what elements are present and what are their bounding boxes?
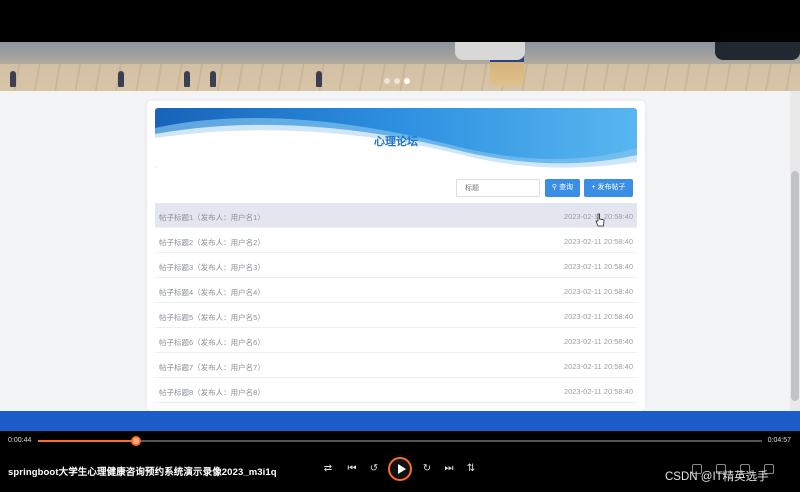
rewind-icon[interactable]: ↺	[368, 463, 380, 475]
progress-handle[interactable]	[130, 436, 141, 446]
post-date: 2023-02-11 20:58:40	[563, 337, 633, 346]
banner-person	[316, 71, 322, 87]
current-time: 0:00:44	[8, 437, 32, 444]
post-row[interactable]: 帖子标题6（发布人：用户名6） 2023-02-11 20:58:40	[155, 328, 637, 353]
forum-title: 心理论坛	[374, 136, 418, 148]
hand-cursor-icon	[595, 213, 605, 227]
post-date: 2023-02-11 20:58:40	[563, 237, 633, 246]
post-title[interactable]: 帖子标题1（发布人：用户名1）	[159, 212, 265, 223]
post-title[interactable]: 帖子标题3（发布人：用户名3）	[159, 262, 265, 273]
post-button[interactable]: + 发布帖子	[584, 179, 633, 197]
forum-card: 心理论坛 ⚲查询 +发布帖子 帖子标题1（发布人：用户名1）2023-02-11…	[147, 101, 645, 411]
post-row[interactable]: 帖子标题2（发布人：用户名2） 2023-02-11 20:58:40	[155, 228, 637, 253]
post-title[interactable]: 帖子标题2（发布人：用户名2）	[159, 237, 265, 248]
post-title[interactable]: 帖子标题8（发布人：用户名8）	[159, 387, 265, 398]
repeat-icon[interactable]: ⇅	[465, 463, 477, 475]
banner-person	[118, 71, 124, 87]
post-list: 帖子标题1（发布人：用户名1） 2023-02-11 20:58:40 帖子标题2…	[155, 203, 637, 403]
video-top-letterbox	[0, 0, 800, 42]
post-row[interactable]: 帖子标题3（发布人：用户名3） 2023-02-11 20:58:40	[155, 253, 637, 278]
search-button[interactable]: ⚲ 查询	[545, 179, 580, 197]
post-row[interactable]: 帖子标题1（发布人：用户名1） 2023-02-11 20:58:40	[155, 203, 637, 228]
post-row[interactable]: 帖子标题4（发布人：用户名4） 2023-02-11 20:58:40	[155, 278, 637, 303]
shuffle-icon[interactable]: ⇄	[322, 463, 334, 475]
banner-person	[184, 71, 190, 87]
video-player-controls: 0:00:44 0:04:57 springboot大学生心理健康咨询预约系统演…	[0, 431, 800, 492]
banner-car	[715, 42, 800, 60]
video-title: springboot大学生心理健康咨询预约系统演示录像2023_m3i1q	[8, 467, 277, 478]
search-icon: ⚲	[551, 184, 558, 191]
page-content: 心理论坛 ⚲查询 +发布帖子 帖子标题1（发布人：用户名1）2023-02-11…	[0, 91, 800, 411]
progress-track[interactable]	[38, 436, 762, 446]
carousel-indicators	[384, 78, 410, 84]
post-title[interactable]: 帖子标题6（发布人：用户名6）	[159, 337, 265, 348]
forum-header-banner: 心理论坛	[155, 108, 637, 168]
carousel-dot[interactable]	[394, 78, 400, 84]
plus-icon: +	[591, 184, 596, 191]
carousel-dot-active[interactable]	[404, 78, 410, 84]
next-icon[interactable]: ⏭	[443, 463, 455, 475]
total-time: 0:04:57	[767, 437, 791, 444]
post-button-label: 发布帖子	[597, 184, 626, 191]
search-button-label: 查询	[559, 184, 574, 191]
forward-icon[interactable]: ↻	[421, 463, 433, 475]
post-row[interactable]: 帖子标题7（发布人：用户名7） 2023-02-11 20:58:40	[155, 353, 637, 378]
carousel-dot[interactable]	[384, 78, 390, 84]
post-title[interactable]: 帖子标题5（发布人：用户名5）	[159, 312, 265, 323]
post-title[interactable]: 帖子标题4（发布人：用户名4）	[159, 287, 265, 298]
previous-icon[interactable]: ⏮	[346, 463, 358, 475]
post-title[interactable]: 帖子标题7（发布人：用户名7）	[159, 362, 265, 373]
csdn-watermark: CSDN @IT精英选手	[665, 471, 769, 483]
screen: 心理论坛 ⚲查询 +发布帖子 帖子标题1（发布人：用户名1）2023-02-11…	[0, 0, 800, 492]
banner-person	[210, 71, 216, 87]
post-row[interactable]: 帖子标题8（发布人：用户名8） 2023-02-11 20:58:40	[155, 378, 637, 403]
post-row[interactable]: 帖子标题5（发布人：用户名5） 2023-02-11 20:58:40	[155, 303, 637, 328]
forum-toolbar: ⚲查询 +发布帖子	[147, 171, 645, 201]
post-date: 2023-02-11 20:58:40	[563, 387, 633, 396]
search-input[interactable]	[456, 179, 540, 197]
post-date: 2023-02-11 20:58:40	[563, 262, 633, 271]
page-footer-bar	[0, 411, 800, 431]
scrollbar-thumb[interactable]	[791, 171, 799, 401]
post-date: 2023-02-11 20:58:40	[563, 362, 633, 371]
page-scrollbar[interactable]	[790, 91, 800, 411]
post-date: 2023-02-11 20:58:40	[563, 287, 633, 296]
banner-person	[10, 71, 16, 87]
play-button[interactable]	[388, 457, 412, 481]
progress-fill	[38, 440, 136, 442]
post-date: 2023-02-11 20:58:40	[563, 312, 633, 321]
banner-car	[455, 42, 525, 60]
